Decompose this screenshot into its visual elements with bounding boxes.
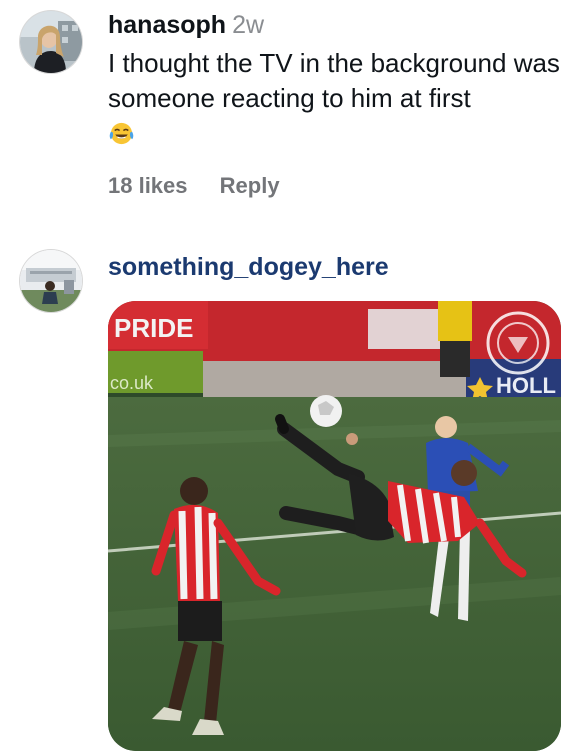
avatar-photo [20, 11, 82, 73]
ad-board-left-text: PRIDE [114, 313, 193, 343]
username[interactable]: something_dogey_here [108, 252, 389, 282]
reply-button[interactable]: Reply [220, 171, 280, 201]
like-count[interactable]: 18 likes [108, 171, 188, 201]
ad-board-right-text: HOLL [496, 373, 556, 398]
avatar[interactable] [20, 250, 82, 312]
timestamp: 2w [232, 11, 265, 39]
football-bicycle-kick-image: PRIDE co.uk HOLL [108, 301, 561, 751]
username[interactable]: hanasoph 2w [108, 10, 264, 40]
comment-media-gif[interactable]: PRIDE co.uk HOLL [108, 301, 561, 751]
avatar[interactable] [20, 11, 82, 73]
avatar-photo [20, 250, 82, 312]
username-text[interactable]: something_dogey_here [108, 253, 389, 281]
face-with-tears-of-joy-icon [109, 122, 134, 145]
comment-body: I thought the TV in the background was s… [108, 46, 578, 156]
username-text[interactable]: hanasoph [108, 11, 226, 39]
ad-board-left-sub: co.uk [110, 373, 154, 393]
comment-meta: 18 likes Reply [108, 171, 280, 201]
comment-text: I thought the TV in the background was s… [108, 48, 560, 113]
